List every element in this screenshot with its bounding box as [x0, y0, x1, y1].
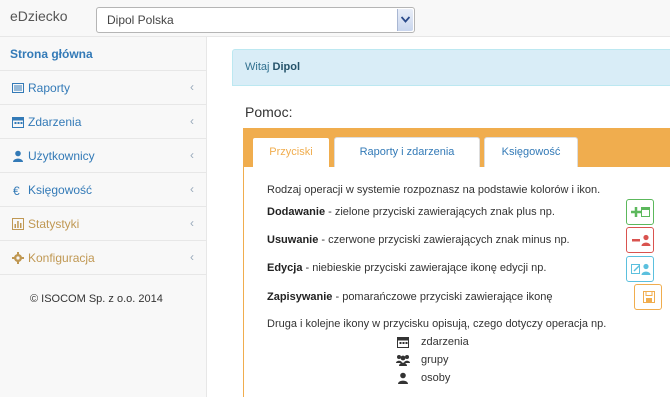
help-panel: Przyciski Raporty i zdarzenia Księgowość… [243, 128, 670, 397]
chevron-left-icon: ‹ [190, 216, 194, 230]
save-example-button[interactable] [634, 284, 662, 310]
legend-label: osoby [421, 372, 451, 384]
top-navbar: eDziecko Dipol Polska [0, 0, 670, 37]
app-brand[interactable]: eDziecko [10, 8, 68, 24]
edit-user-icon [631, 263, 651, 275]
chevron-left-icon: ‹ [190, 250, 194, 264]
main-content: Witaj Dipol Pomoc: Przyciski Raporty i z… [208, 37, 670, 397]
copyright: © ISOCOM Sp. z o.o. 2014 [30, 293, 163, 305]
sidebar-item-label: Statystyki [28, 217, 80, 231]
tab-ksiegowosc[interactable]: Księgowość [484, 137, 578, 167]
tab-przyciski[interactable]: Przyciski [252, 137, 330, 167]
add-example-button[interactable] [626, 199, 654, 225]
chevron-left-icon: ‹ [190, 114, 194, 128]
sidebar-item-label: Zdarzenia [28, 115, 82, 129]
second-icons-text: Druga i kolejne ikony w przycisku opisuj… [267, 318, 607, 330]
tab-label: Księgowość [501, 146, 561, 158]
help-row-delete: Usuwanie - czerwone przyciski zawierając… [267, 234, 570, 246]
sidebar-item-home[interactable]: Strona główna [0, 37, 206, 71]
sidebar-item-label: Księgowość [28, 183, 93, 197]
company-select[interactable]: Dipol Polska [96, 7, 415, 33]
chevron-left-icon: ‹ [190, 148, 194, 162]
gear-icon [12, 252, 24, 264]
euro-icon: € [12, 184, 24, 198]
svg-text:€: € [13, 184, 20, 196]
sidebar-item-konfiguracja[interactable]: Konfiguracja ‹ [0, 241, 206, 275]
sidebar-item-ksiegowosc[interactable]: € Księgowość ‹ [0, 173, 206, 207]
calendar-icon [397, 336, 409, 351]
row-title: Usuwanie [267, 234, 319, 246]
company-select-value: Dipol Polska [107, 13, 174, 27]
row-text: - pomarańczowe przyciski zawierające iko… [332, 291, 553, 303]
chart-icon [12, 218, 24, 230]
list-icon [12, 82, 24, 94]
plus-calendar-icon [631, 207, 650, 217]
chevron-left-icon: ‹ [190, 182, 194, 196]
sidebar-item-statystyki[interactable]: Statystyki ‹ [0, 207, 206, 241]
sidebar-item-label: Konfiguracja [28, 251, 95, 265]
sidebar-item-raporty[interactable]: Raporty ‹ [0, 71, 206, 105]
sidebar: Strona główna Raporty ‹ Zdarzenia ‹ Użyt… [0, 37, 207, 397]
sidebar-item-label: Strona główna [10, 47, 93, 61]
row-title: Dodawanie [267, 206, 326, 218]
welcome-bar: Witaj Dipol [232, 49, 670, 86]
help-row-edit: Edycja - niebieskie przyciski zawierając… [267, 262, 546, 274]
user-icon [397, 372, 409, 387]
tab-bar: Przyciski Raporty i zdarzenia Księgowość [244, 129, 670, 167]
row-title: Edycja [267, 262, 303, 274]
group-icon [396, 354, 410, 369]
help-row-save: Zapisywanie - pomarańczowe przyciski zaw… [267, 291, 553, 303]
row-text: - czerwone przyciski zawierających znak … [318, 234, 570, 246]
minus-user-icon [632, 234, 651, 246]
tab-label: Raporty i zdarzenia [359, 146, 455, 158]
row-text: - niebieskie przyciski zawierające ikonę… [302, 262, 547, 274]
chevron-down-icon[interactable] [397, 9, 413, 31]
delete-example-button[interactable] [626, 227, 654, 253]
page-title: Pomoc: [245, 104, 293, 120]
chevron-left-icon: ‹ [190, 80, 194, 94]
sidebar-item-label: Użytkownicy [28, 149, 95, 163]
legend-label: zdarzenia [421, 336, 469, 348]
tab-label: Przyciski [269, 146, 313, 158]
edit-example-button[interactable] [626, 256, 654, 282]
welcome-prefix: Witaj [245, 61, 270, 73]
row-text: - zielone przyciski zawierających znak p… [325, 206, 555, 218]
sidebar-item-zdarzenia[interactable]: Zdarzenia ‹ [0, 105, 206, 139]
save-icon [643, 291, 655, 303]
tab-raporty-i-zdarzenia[interactable]: Raporty i zdarzenia [334, 137, 480, 167]
user-icon [12, 150, 24, 162]
sidebar-item-label: Raporty [28, 81, 71, 95]
welcome-text: Witaj Dipol [245, 61, 300, 73]
welcome-user: Dipol [272, 61, 301, 73]
intro-text: Rodzaj operacji w systemie rozpoznasz na… [267, 184, 601, 196]
calendar-icon [12, 116, 24, 128]
row-title: Zapisywanie [267, 291, 333, 303]
sidebar-item-uzytkownicy[interactable]: Użytkownicy ‹ [0, 139, 206, 173]
legend-label: grupy [421, 354, 449, 366]
help-row-add: Dodawanie - zielone przyciski zawierając… [267, 206, 555, 218]
